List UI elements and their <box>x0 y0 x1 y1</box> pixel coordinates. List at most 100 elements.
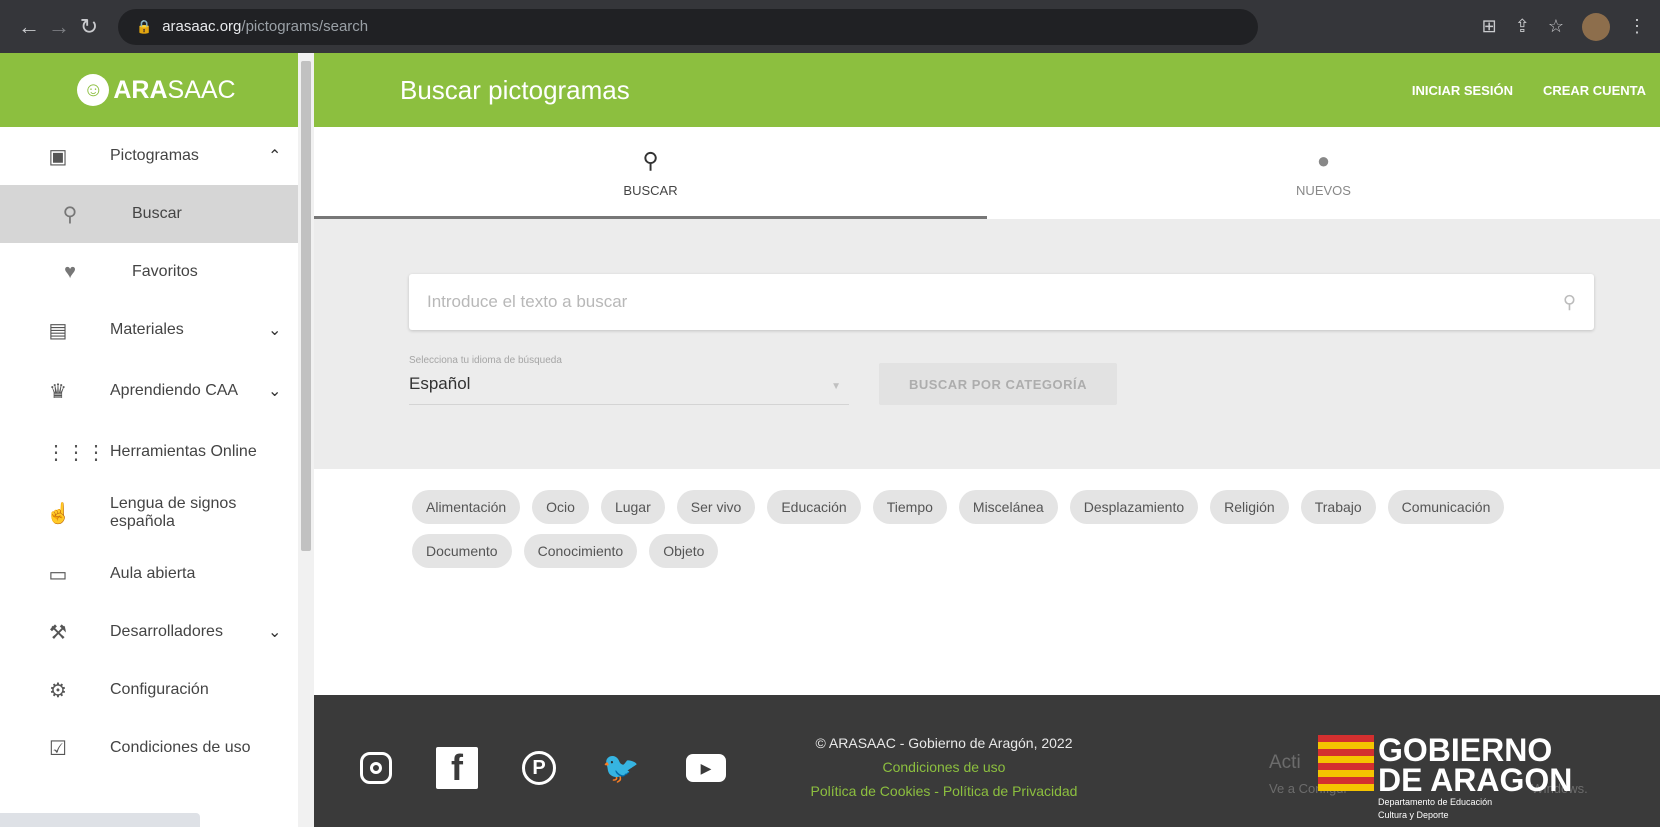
category-chip[interactable]: Desplazamiento <box>1069 490 1199 524</box>
chevron-up-icon: ⌃ <box>268 148 282 165</box>
address-bar[interactable]: 🔒 arasaac.org/pictograms/search <box>118 8 1258 45</box>
reload-icon[interactable]: ↻ <box>74 14 104 40</box>
search-icon[interactable]: ⚲ <box>1563 292 1576 313</box>
url-path: /pictograms/search <box>241 18 369 35</box>
bookmark-star-icon[interactable]: ☆ <box>1548 16 1564 37</box>
search-panel: ⚲ Selecciona tu idioma de búsqueda Españ… <box>314 219 1660 469</box>
category-chip[interactable]: Comunicación <box>1387 490 1505 524</box>
sidebar-item-materiales[interactable]: ▤ Materiales ⌄ <box>0 301 313 359</box>
gob-line1: GOBIERNO <box>1378 732 1553 768</box>
sidebar-scrollbar[interactable] <box>298 53 314 827</box>
graduation-cap-icon: ♛ <box>49 380 67 403</box>
sidebar-item-favoritos[interactable]: ♥ Favoritos <box>0 243 313 301</box>
copyright-text: © ARASAAC - Gobierno de Aragón, 2022 <box>815 735 1073 751</box>
sidebar-item-pictogramas[interactable]: ▣ Pictogramas ⌃ <box>0 127 313 185</box>
status-bar <box>0 813 200 827</box>
tab-label: NUEVOS <box>1296 182 1351 198</box>
category-chip[interactable]: Alimentación <box>412 490 521 524</box>
tab-bar: ⚲ BUSCAR ● NUEVOS <box>314 127 1660 219</box>
link-separator: - <box>930 783 943 799</box>
sidebar: ☺ ARA SAAC ▣ Pictogramas ⌃ ⚲ Buscar ♥ Fav… <box>0 53 314 827</box>
sign-language-icon: ☝ <box>46 502 71 525</box>
sidebar-item-lengua-signos[interactable]: ☝ Lengua de signos española <box>0 481 313 545</box>
gob-sub2: Cultura y Deporte <box>1378 810 1449 820</box>
search-input[interactable] <box>427 292 1563 312</box>
sidebar-item-label: Configuración <box>110 681 209 698</box>
sidebar-item-label: Desarrolladores <box>110 623 223 640</box>
logo-text-bold: ARA <box>113 75 168 104</box>
signup-button[interactable]: CREAR CUENTA <box>1543 83 1646 98</box>
grid-icon: ⋮⋮⋮ <box>46 441 106 464</box>
instagram-icon[interactable] <box>360 752 392 784</box>
tab-nuevos[interactable]: ● NUEVOS <box>987 127 1660 219</box>
login-button[interactable]: INICIAR SESIÓN <box>1412 83 1513 98</box>
lock-icon: 🔒 <box>136 18 153 34</box>
social-links: f P 🐦 ▶ <box>360 747 726 789</box>
category-chip[interactable]: Conocimiento <box>523 534 638 568</box>
chevron-down-icon: ⌄ <box>268 383 282 400</box>
dropdown-arrow-icon: ▼ <box>831 381 841 392</box>
sidebar-item-configuracion[interactable]: ⚙ Configuración <box>0 661 313 719</box>
search-by-category-button[interactable]: BUSCAR POR CATEGORÍA <box>879 363 1117 405</box>
category-chip[interactable]: Lugar <box>600 490 665 524</box>
profile-avatar[interactable] <box>1582 12 1610 41</box>
category-chip[interactable]: Documento <box>412 534 512 568</box>
chevron-down-icon: ⌄ <box>268 322 282 339</box>
language-select-label: Selecciona tu idioma de búsqueda <box>409 355 562 366</box>
sidebar-item-herramientas[interactable]: ⋮⋮⋮ Herramientas Online <box>0 423 313 481</box>
tab-buscar[interactable]: ⚲ BUSCAR <box>314 127 987 219</box>
sidebar-item-condiciones[interactable]: ☑ Condiciones de uso <box>0 719 313 777</box>
footer-legal: © ARASAAC - Gobierno de Aragón, 2022 Con… <box>714 731 1174 803</box>
search-box: ⚲ <box>409 274 1594 330</box>
category-chip[interactable]: Trabajo <box>1300 490 1376 524</box>
back-icon[interactable]: ← <box>14 14 44 40</box>
sidebar-item-aprendiendo-caa[interactable]: ♛ Aprendiendo CAA ⌄ <box>0 359 313 423</box>
gob-line2: DE ARAGON <box>1378 762 1573 798</box>
browser-toolbar: ← → ↻ 🔒 arasaac.org/pictograms/search ⊞ … <box>0 0 1660 53</box>
sidebar-item-aula-abierta[interactable]: ▭ Aula abierta <box>0 545 313 603</box>
image-icon: ▣ <box>48 145 68 168</box>
scrollbar-thumb[interactable] <box>301 61 311 551</box>
share-icon[interactable]: ⇪ <box>1515 16 1530 37</box>
sidebar-item-label: Herramientas Online <box>110 443 257 460</box>
page-title: Buscar pictogramas <box>400 74 630 105</box>
search-icon: ⚲ <box>62 203 78 226</box>
sidebar-item-label: Aula abierta <box>110 565 196 582</box>
arasaac-logo[interactable]: ☺ ARA SAAC <box>0 53 313 127</box>
tab-label: BUSCAR <box>623 182 678 198</box>
sidebar-item-label: Materiales <box>110 321 184 338</box>
category-chip[interactable]: Miscelánea <box>958 490 1058 524</box>
category-chip[interactable]: Ocio <box>532 490 589 524</box>
twitter-icon[interactable]: 🐦 <box>600 747 642 789</box>
language-select-value: Español <box>409 374 471 393</box>
menu-kebab-icon[interactable]: ⋮ <box>1628 16 1646 37</box>
facebook-icon[interactable]: f <box>436 747 478 789</box>
sidebar-item-buscar[interactable]: ⚲ Buscar <box>0 185 313 243</box>
clipboard-icon: ☑ <box>49 737 67 760</box>
sidebar-item-label: Pictogramas <box>110 147 199 164</box>
chevron-down-icon: ⌄ <box>268 624 282 641</box>
category-chip[interactable]: Objeto <box>649 534 719 568</box>
logo-text-rest: SAAC <box>167 75 236 104</box>
cookies-link[interactable]: Política de Cookies <box>811 783 931 799</box>
category-chip[interactable]: Tiempo <box>872 490 947 524</box>
sidebar-item-desarrolladores[interactable]: ⚒ Desarrolladores ⌄ <box>0 603 313 661</box>
category-chip[interactable]: Ser vivo <box>676 490 756 524</box>
wrench-icon: ⚒ <box>49 621 67 644</box>
category-chip[interactable]: Religión <box>1210 490 1289 524</box>
gobierno-aragon-logo[interactable]: GOBIERNO DE ARAGON Departamento de Educa… <box>1318 732 1573 821</box>
classroom-icon: ▭ <box>48 563 68 586</box>
sidebar-item-label: Lengua de signos española <box>110 495 237 530</box>
new-badge-icon: ● <box>1316 147 1331 173</box>
forward-icon[interactable]: → <box>44 14 74 40</box>
app-header: Buscar pictogramas INICIAR SESIÓN CREAR … <box>314 53 1660 127</box>
sidebar-item-label: Condiciones de uso <box>110 739 251 756</box>
category-chip[interactable]: Educación <box>767 490 861 524</box>
language-select[interactable]: Selecciona tu idioma de búsqueda Español… <box>409 355 849 405</box>
terms-link[interactable]: Condiciones de uso <box>883 759 1006 775</box>
sidebar-item-label: Aprendiendo CAA <box>110 382 239 399</box>
translate-icon[interactable]: ⊞ <box>1482 16 1497 37</box>
book-icon: ▤ <box>48 319 68 342</box>
privacy-link[interactable]: Política de Privacidad <box>943 783 1078 799</box>
pinterest-icon[interactable]: P <box>522 751 556 785</box>
